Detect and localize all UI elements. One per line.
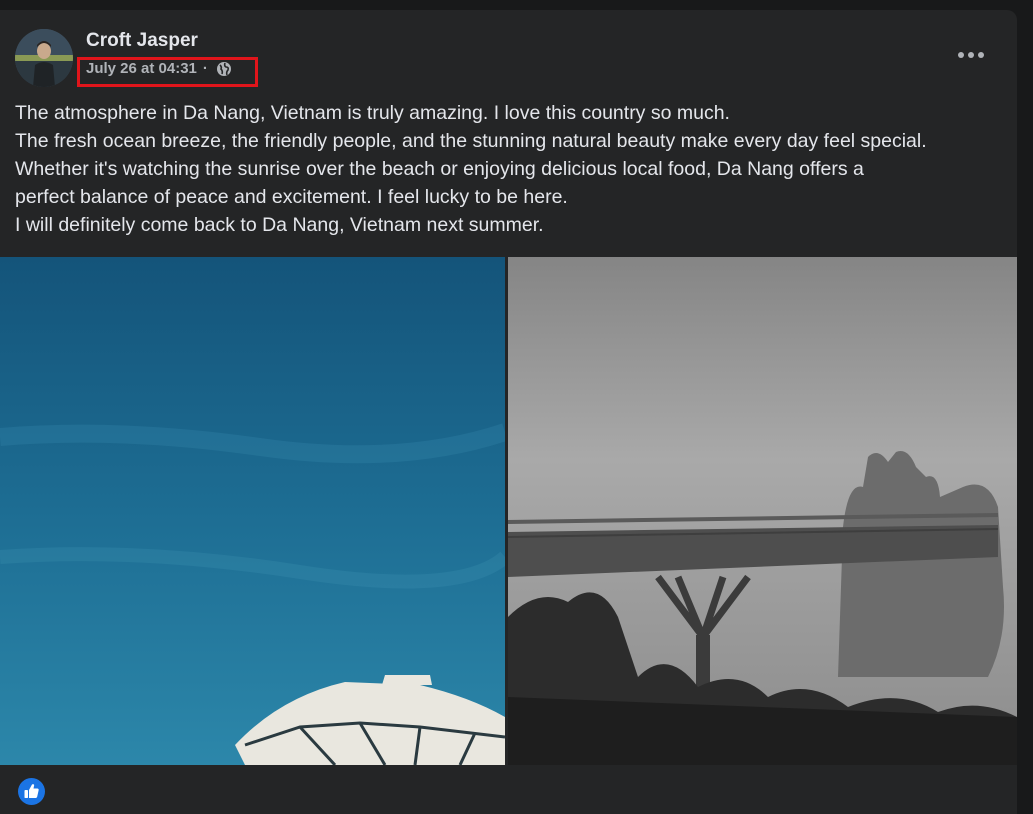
timestamp-highlight-box: [77, 57, 258, 87]
post-text-line: Whether it's watching the sunrise over t…: [15, 158, 864, 180]
beach-umbrella-sky-photo[interactable]: [0, 257, 505, 765]
more-options-button[interactable]: [952, 40, 990, 70]
avatar[interactable]: [15, 29, 73, 87]
post-text-line: I will definitely come back to Da Nang, …: [15, 214, 544, 236]
like-icon[interactable]: [18, 778, 45, 805]
more-options-dot: [968, 52, 974, 58]
more-options-dot: [978, 52, 984, 58]
golden-bridge-hands-photo[interactable]: [508, 257, 1017, 765]
post-text-line: The fresh ocean breeze, the friendly peo…: [15, 130, 927, 152]
post-text: The atmosphere in Da Nang, Vietnam is tr…: [15, 99, 1005, 239]
post-card: Croft Jasper July 26 at 04:31 · The atmo…: [0, 10, 1017, 814]
post-text-line: perfect balance of peace and excitement.…: [15, 186, 568, 208]
more-options-icon: [958, 52, 964, 58]
author-name[interactable]: Croft Jasper: [86, 30, 198, 52]
post-text-line: The atmosphere in Da Nang, Vietnam is tr…: [15, 102, 730, 124]
